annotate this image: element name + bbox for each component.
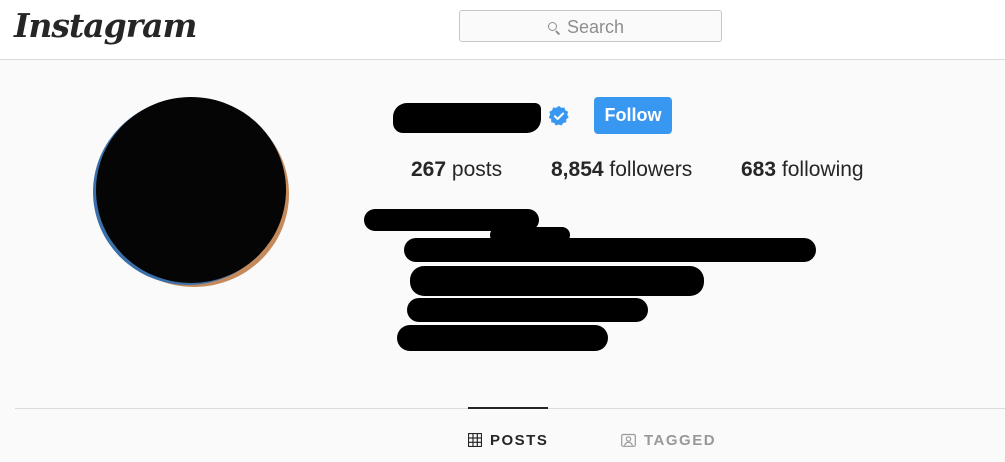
- posts-count: 267 posts: [411, 158, 502, 182]
- grid-icon: [467, 432, 483, 448]
- search-placeholder: Search: [567, 17, 625, 37]
- bio-redaction-stroke: [404, 238, 816, 262]
- profile-avatar: [96, 97, 286, 283]
- followers-count-label: followers: [609, 158, 693, 181]
- tab-posts[interactable]: POSTS: [467, 432, 549, 449]
- bio-redaction-stroke: [397, 325, 608, 351]
- active-tab-indicator: [468, 407, 548, 409]
- followers-count-value: 8,854: [551, 158, 604, 181]
- tab-posts-label: POSTS: [490, 432, 549, 449]
- top-navigation-bar: Instagram Search: [0, 0, 1005, 60]
- bio-redaction-stroke: [410, 266, 704, 296]
- bio-redaction-stroke: [407, 298, 648, 322]
- tagged-icon: [621, 433, 636, 447]
- follow-button[interactable]: Follow: [594, 97, 672, 134]
- username-redacted: [393, 103, 541, 133]
- following-count-label: following: [781, 158, 864, 181]
- search-input[interactable]: Search: [459, 10, 722, 42]
- following-count-value: 683: [741, 158, 777, 181]
- posts-count-value: 267: [411, 158, 447, 181]
- instagram-logo[interactable]: Instagram: [14, 6, 197, 45]
- verified-badge-icon: [548, 105, 569, 126]
- tab-tagged[interactable]: TAGGED: [621, 432, 716, 449]
- posts-count-label: posts: [451, 158, 503, 181]
- search-icon: [548, 22, 557, 31]
- followers-count[interactable]: 8,854 followers: [551, 158, 692, 182]
- tab-tagged-label: TAGGED: [644, 432, 717, 449]
- following-count[interactable]: 683 following: [741, 158, 864, 182]
